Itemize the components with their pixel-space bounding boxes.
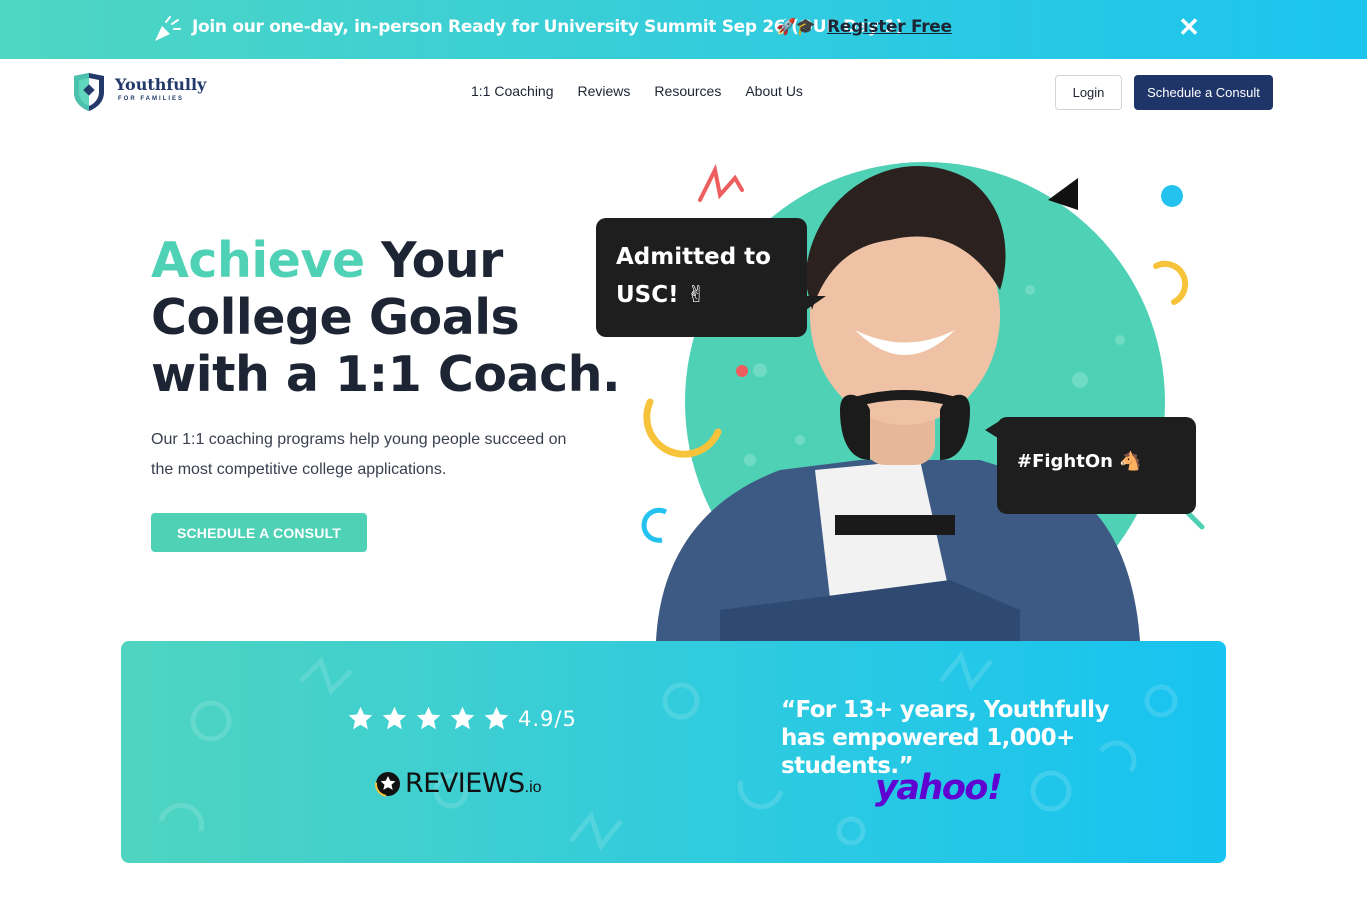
star-icon xyxy=(382,706,407,730)
rating-stars xyxy=(347,705,510,732)
bubble-tail-icon xyxy=(985,420,1001,440)
logo-wordmark: Youthfully xyxy=(115,75,207,94)
admitted-bubble: Admitted to USC! ✌ xyxy=(596,218,807,337)
hero-title: Achieve Your College Goals with a 1:1 Co… xyxy=(151,232,621,403)
logo[interactable]: Youthfully FOR FAMILIES xyxy=(72,72,222,114)
star-icon xyxy=(348,706,373,730)
logo-tagline: FOR FAMILIES xyxy=(118,96,184,102)
main-nav: 1:1 Coaching Reviews Resources About Us xyxy=(471,83,803,99)
yahoo-logo: yahoo! xyxy=(875,768,1003,808)
hero-title-line2: College Goals xyxy=(151,289,520,346)
admitted-bubble-line2: USC! ✌ xyxy=(616,282,706,308)
star-icon xyxy=(450,706,475,730)
hero-title-line3: with a 1:1 Coach. xyxy=(151,346,621,403)
rating-value: 4.9/5 xyxy=(518,707,577,731)
reviews-suffix: .io xyxy=(524,778,542,796)
hero-subtitle: Our 1:1 coaching programs help young peo… xyxy=(151,431,567,478)
shield-logo-icon xyxy=(74,73,104,111)
star-icon xyxy=(416,706,441,730)
schedule-consult-button[interactable]: Schedule a Consult xyxy=(1134,75,1273,110)
hero-illustration xyxy=(641,162,1205,641)
nav-about-us[interactable]: About Us xyxy=(745,83,803,99)
fighton-bubble: #FightOn 🐴 xyxy=(997,417,1196,514)
register-free-link[interactable]: Register Free xyxy=(827,17,952,37)
nav-coaching[interactable]: 1:1 Coaching xyxy=(471,83,554,99)
login-button[interactable]: Login xyxy=(1055,75,1122,110)
banner-emoji: 🚀🎓 xyxy=(776,19,816,36)
bubble-tail-icon xyxy=(800,296,826,314)
hero-title-line1: Your xyxy=(364,232,503,289)
nav-resources[interactable]: Resources xyxy=(654,83,721,99)
close-banner-button[interactable]: ✕ xyxy=(1176,14,1202,40)
hero-schedule-consult-button[interactable]: SCHEDULE A CONSULT xyxy=(151,513,367,552)
admitted-bubble-line1: Admitted to xyxy=(616,244,771,270)
reviews-wordmark: REVIEWS xyxy=(405,768,525,799)
promo-banner: Join our one-day, in-person Ready for Un… xyxy=(0,0,1367,59)
star-icon xyxy=(484,706,509,730)
reviews-io-logo: REVIEWS .io xyxy=(375,768,542,799)
reviews-io-star-icon xyxy=(375,770,401,797)
hero-title-accent: Achieve xyxy=(151,232,365,289)
party-popper-icon xyxy=(155,16,181,41)
nav-reviews[interactable]: Reviews xyxy=(578,83,631,99)
